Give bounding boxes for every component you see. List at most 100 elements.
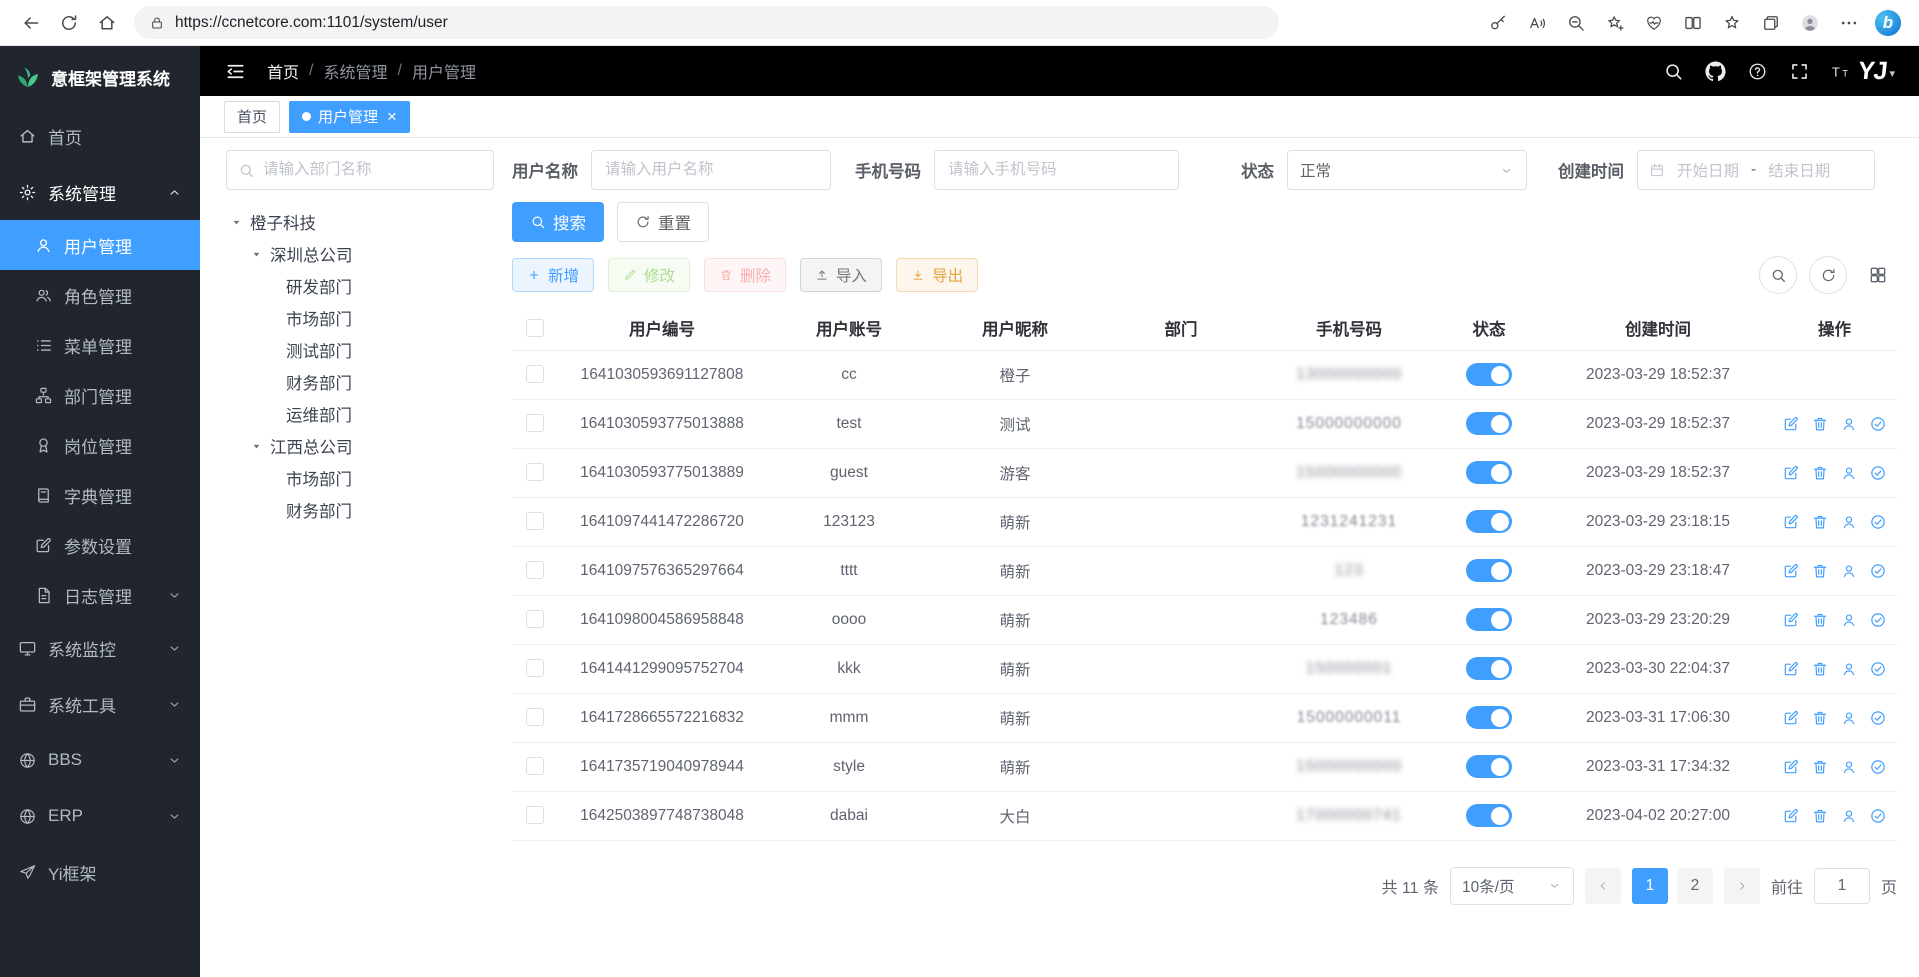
row-checkbox[interactable] bbox=[526, 659, 544, 677]
edit-square-icon[interactable] bbox=[1782, 758, 1800, 776]
fullscreen-icon[interactable] bbox=[1789, 61, 1810, 82]
profile-icon[interactable] bbox=[1793, 6, 1827, 40]
row-checkbox[interactable] bbox=[526, 806, 544, 824]
caret-expanded-icon[interactable] bbox=[230, 216, 243, 229]
assign-role-icon[interactable] bbox=[1869, 709, 1887, 727]
reset-password-icon[interactable] bbox=[1840, 807, 1858, 825]
edit-square-icon[interactable] bbox=[1782, 807, 1800, 825]
row-checkbox[interactable] bbox=[526, 757, 544, 775]
key-icon[interactable] bbox=[1481, 6, 1515, 40]
sidebar-item-bbs[interactable]: BBS bbox=[0, 732, 200, 788]
trash-icon[interactable] bbox=[1811, 415, 1829, 433]
address-bar[interactable]: https://ccnetcore.com:1101/system/user bbox=[134, 6, 1279, 39]
page-button[interactable]: 2 bbox=[1677, 868, 1713, 904]
add-button[interactable]: 新增 bbox=[512, 258, 594, 292]
sidebar-item-system[interactable]: 系统管理 bbox=[0, 164, 200, 220]
select-all-checkbox[interactable] bbox=[526, 319, 544, 337]
row-checkbox[interactable] bbox=[526, 463, 544, 481]
sidebar-item-dept[interactable]: 部门管理 bbox=[0, 370, 200, 420]
row-checkbox[interactable] bbox=[526, 610, 544, 628]
status-toggle[interactable] bbox=[1466, 461, 1512, 484]
trash-icon[interactable] bbox=[1811, 562, 1829, 580]
assign-role-icon[interactable] bbox=[1869, 464, 1887, 482]
tab-user-management[interactable]: 用户管理× bbox=[289, 101, 410, 133]
tree-node[interactable]: 财务部门 bbox=[226, 366, 494, 398]
export-button[interactable]: 导出 bbox=[896, 258, 978, 292]
assign-role-icon[interactable] bbox=[1869, 562, 1887, 580]
collapse-sidebar-icon[interactable] bbox=[224, 60, 247, 83]
status-toggle[interactable] bbox=[1466, 657, 1512, 680]
delete-button[interactable]: 删除 bbox=[704, 258, 786, 292]
edit-square-icon[interactable] bbox=[1782, 660, 1800, 678]
status-select[interactable]: 正常 bbox=[1287, 150, 1527, 190]
tree-node[interactable]: 江西总公司 bbox=[226, 430, 494, 462]
tree-node[interactable]: 测试部门 bbox=[226, 334, 494, 366]
assign-role-icon[interactable] bbox=[1869, 611, 1887, 629]
next-page-button[interactable] bbox=[1724, 868, 1760, 904]
reset-button[interactable]: 重置 bbox=[617, 202, 709, 242]
zoom-icon[interactable] bbox=[1559, 6, 1593, 40]
reset-password-icon[interactable] bbox=[1840, 611, 1858, 629]
row-checkbox[interactable] bbox=[526, 708, 544, 726]
status-toggle[interactable] bbox=[1466, 755, 1512, 778]
trash-icon[interactable] bbox=[1811, 758, 1829, 776]
edit-square-icon[interactable] bbox=[1782, 415, 1800, 433]
trash-icon[interactable] bbox=[1811, 513, 1829, 531]
caret-expanded-icon[interactable] bbox=[250, 440, 263, 453]
collections-icon[interactable] bbox=[1754, 6, 1788, 40]
status-toggle[interactable] bbox=[1466, 608, 1512, 631]
sidebar-item-dict[interactable]: 字典管理 bbox=[0, 470, 200, 520]
import-button[interactable]: 导入 bbox=[800, 258, 882, 292]
breadcrumb-item[interactable]: 首页 bbox=[267, 59, 299, 83]
modify-button[interactable]: 修改 bbox=[608, 258, 690, 292]
reset-password-icon[interactable] bbox=[1840, 513, 1858, 531]
split-screen-icon[interactable] bbox=[1676, 6, 1710, 40]
row-checkbox[interactable] bbox=[526, 414, 544, 432]
assign-role-icon[interactable] bbox=[1869, 807, 1887, 825]
reset-password-icon[interactable] bbox=[1840, 758, 1858, 776]
tree-node[interactable]: 研发部门 bbox=[226, 270, 494, 302]
more-icon[interactable] bbox=[1832, 6, 1866, 40]
phone-input[interactable] bbox=[934, 150, 1179, 190]
trash-icon[interactable] bbox=[1811, 611, 1829, 629]
back-icon[interactable] bbox=[14, 6, 48, 40]
sidebar-item-post[interactable]: 岗位管理 bbox=[0, 420, 200, 470]
assign-role-icon[interactable] bbox=[1869, 415, 1887, 433]
trash-icon[interactable] bbox=[1811, 660, 1829, 678]
refresh-table-button[interactable] bbox=[1809, 256, 1847, 294]
github-icon[interactable] bbox=[1705, 61, 1726, 82]
toggle-search-button[interactable] bbox=[1759, 256, 1797, 294]
sidebar-item-user[interactable]: 用户管理 bbox=[0, 220, 200, 270]
edit-square-icon[interactable] bbox=[1782, 709, 1800, 727]
dept-search-input[interactable] bbox=[263, 161, 482, 179]
tree-node[interactable]: 财务部门 bbox=[226, 494, 494, 526]
bing-icon[interactable]: b bbox=[1871, 6, 1905, 40]
reload-icon[interactable] bbox=[52, 6, 86, 40]
user-logo[interactable]: YJ ▾ bbox=[1858, 59, 1895, 84]
browser-home-icon[interactable] bbox=[90, 6, 124, 40]
search-icon[interactable] bbox=[1663, 61, 1684, 82]
font-size-icon[interactable]: TT bbox=[1831, 61, 1852, 82]
sidebar-item-home[interactable]: 首页 bbox=[0, 108, 200, 164]
breadcrumb-item[interactable]: 系统管理 bbox=[323, 59, 387, 83]
status-toggle[interactable] bbox=[1466, 706, 1512, 729]
reset-password-icon[interactable] bbox=[1840, 464, 1858, 482]
row-checkbox[interactable] bbox=[526, 365, 544, 383]
search-button[interactable]: 搜索 bbox=[512, 202, 604, 242]
page-size-select[interactable]: 10条/页 bbox=[1450, 867, 1574, 905]
goto-page-input[interactable] bbox=[1814, 868, 1870, 904]
edit-square-icon[interactable] bbox=[1782, 611, 1800, 629]
sidebar-item-param[interactable]: 参数设置 bbox=[0, 520, 200, 570]
columns-button[interactable] bbox=[1859, 256, 1897, 294]
sidebar-item-yi[interactable]: Yi框架 bbox=[0, 844, 200, 900]
reset-password-icon[interactable] bbox=[1840, 660, 1858, 678]
sidebar-item-monitor[interactable]: 系统监控 bbox=[0, 620, 200, 676]
sidebar-item-role[interactable]: 角色管理 bbox=[0, 270, 200, 320]
trash-icon[interactable] bbox=[1811, 709, 1829, 727]
sidebar-item-log[interactable]: 日志管理 bbox=[0, 570, 200, 620]
edit-square-icon[interactable] bbox=[1782, 562, 1800, 580]
assign-role-icon[interactable] bbox=[1869, 513, 1887, 531]
tree-node[interactable]: 橙子科技 bbox=[226, 206, 494, 238]
reset-password-icon[interactable] bbox=[1840, 562, 1858, 580]
browser-essentials-icon[interactable] bbox=[1637, 6, 1671, 40]
